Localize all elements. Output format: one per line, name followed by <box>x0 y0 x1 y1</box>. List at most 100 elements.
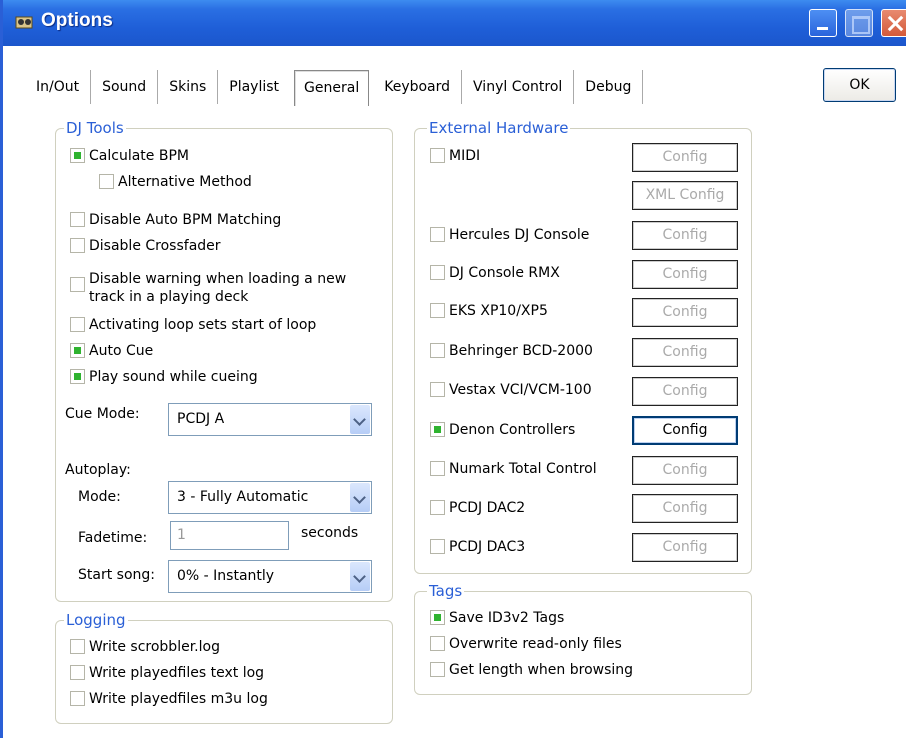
device-denon-checkbox[interactable]: Denon Controllers <box>430 421 575 439</box>
checkbox-box[interactable] <box>430 500 445 515</box>
eks-config-button[interactable]: Config <box>632 298 738 327</box>
ok-button[interactable]: OK <box>823 68 896 102</box>
external-hardware-title: External Hardware <box>427 118 571 138</box>
checkbox-box[interactable] <box>430 343 445 358</box>
device-hercules-checkbox[interactable]: Hercules DJ Console <box>430 226 589 244</box>
overwrite-readonly-checkbox[interactable]: Overwrite read-only files <box>430 635 622 653</box>
dj-tools-title: DJ Tools <box>64 118 126 138</box>
title-bar[interactable]: Options <box>3 0 906 46</box>
checkbox-box[interactable] <box>99 174 114 189</box>
checkbox-label: Numark Total Control <box>449 461 597 477</box>
checkbox-box[interactable] <box>70 277 85 292</box>
checkbox-label: Disable warning when loading a new track… <box>89 270 346 306</box>
minimize-button[interactable] <box>809 9 837 37</box>
denon-config-button[interactable]: Config <box>632 416 738 445</box>
checkbox-box[interactable] <box>70 369 85 384</box>
pcdj-dac2-config-button[interactable]: Config <box>632 494 738 523</box>
dj-console-rmx-config-button[interactable]: Config <box>632 260 738 289</box>
disable-crossfader-checkbox[interactable]: Disable Crossfader <box>70 237 221 255</box>
pcdj-dac3-config-button[interactable]: Config <box>632 533 738 562</box>
checkbox-box[interactable] <box>430 636 445 651</box>
chevron-down-icon[interactable] <box>350 483 370 512</box>
auto-cue-checkbox[interactable]: Auto Cue <box>70 342 153 360</box>
start-song-select[interactable]: 0% - Instantly <box>168 560 372 593</box>
tab-skins[interactable]: Skins <box>158 70 219 104</box>
start-song-value: 0% - Instantly <box>177 568 275 584</box>
checkbox-box[interactable] <box>430 610 445 625</box>
tab-sound[interactable]: Sound <box>91 70 159 104</box>
checkbox-label: Behringer BCD-2000 <box>449 343 593 359</box>
checkbox-box[interactable] <box>430 422 445 437</box>
vestax-config-button[interactable]: Config <box>632 377 738 406</box>
checkbox-box[interactable] <box>70 148 85 163</box>
checkbox-box[interactable] <box>430 539 445 554</box>
checkbox-box[interactable] <box>430 382 445 397</box>
checkbox-box[interactable] <box>430 662 445 677</box>
device-vestax-checkbox[interactable]: Vestax VCI/VCM-100 <box>430 381 592 399</box>
autoplay-label: Autoplay: <box>65 462 131 478</box>
device-dj-console-rmx-checkbox[interactable]: DJ Console RMX <box>430 264 560 282</box>
tab-keyboard[interactable]: Keyboard <box>373 70 463 104</box>
checkbox-label-line1: Disable warning when loading a new <box>89 271 347 287</box>
tab-bar: In/Out Sound Skins Playlist General Keyb… <box>25 70 644 106</box>
start-song-label: Start song: <box>78 567 155 583</box>
tab-playlist[interactable]: Playlist <box>218 70 290 104</box>
activating-loop-checkbox[interactable]: Activating loop sets start of loop <box>70 316 316 334</box>
device-eks-checkbox[interactable]: EKS XP10/XP5 <box>430 302 548 320</box>
app-icon <box>15 16 33 29</box>
numark-config-button[interactable]: Config <box>632 456 738 485</box>
checkbox-label: PCDJ DAC2 <box>449 500 526 516</box>
write-scrobbler-checkbox[interactable]: Write scrobbler.log <box>70 638 220 656</box>
checkbox-box[interactable] <box>430 265 445 280</box>
play-sound-cueing-checkbox[interactable]: Play sound while cueing <box>70 368 258 386</box>
midi-config-button[interactable]: Config <box>632 143 738 172</box>
cue-mode-select[interactable]: PCDJ A <box>168 403 372 436</box>
device-behringer-checkbox[interactable]: Behringer BCD-2000 <box>430 342 593 360</box>
checkbox-label: PCDJ DAC3 <box>449 539 526 555</box>
behringer-config-button[interactable]: Config <box>632 338 738 367</box>
checkbox-box[interactable] <box>70 343 85 358</box>
checkbox-box[interactable] <box>430 227 445 242</box>
maximize-button[interactable] <box>845 9 873 37</box>
autoplay-mode-value: 3 - Fully Automatic <box>177 489 309 505</box>
chevron-down-icon[interactable] <box>350 405 370 434</box>
device-pcdj-dac2-checkbox[interactable]: PCDJ DAC2 <box>430 499 525 517</box>
tab-general[interactable]: General <box>294 70 370 106</box>
checkbox-box[interactable] <box>430 461 445 476</box>
fadetime-label: Fadetime: <box>78 530 148 546</box>
checkbox-box[interactable] <box>70 238 85 253</box>
device-midi-checkbox[interactable]: MIDI <box>430 147 480 165</box>
device-numark-checkbox[interactable]: Numark Total Control <box>430 460 597 478</box>
tab-debug[interactable]: Debug <box>574 70 644 104</box>
alternative-method-checkbox[interactable]: Alternative Method <box>99 173 252 191</box>
checkbox-box[interactable] <box>430 148 445 163</box>
seconds-label: seconds <box>301 525 359 541</box>
disable-auto-bpm-checkbox[interactable]: Disable Auto BPM Matching <box>70 211 281 229</box>
hercules-config-button[interactable]: Config <box>632 221 738 250</box>
checkbox-label: Alternative Method <box>118 174 252 190</box>
xml-config-button[interactable]: XML Config <box>632 181 738 210</box>
tab-in-out[interactable]: In/Out <box>25 70 92 104</box>
write-playedfiles-text-checkbox[interactable]: Write playedfiles text log <box>70 664 264 682</box>
checkbox-label-line2: track in a playing deck <box>89 289 249 305</box>
checkbox-box[interactable] <box>70 639 85 654</box>
device-pcdj-dac3-checkbox[interactable]: PCDJ DAC3 <box>430 538 525 556</box>
autoplay-mode-select[interactable]: 3 - Fully Automatic <box>168 481 372 514</box>
window-title: Options <box>41 10 113 31</box>
checkbox-box[interactable] <box>70 665 85 680</box>
checkbox-label: Activating loop sets start of loop <box>89 317 317 333</box>
save-id3v2-checkbox[interactable]: Save ID3v2 Tags <box>430 609 564 627</box>
checkbox-box[interactable] <box>430 303 445 318</box>
cue-mode-label: Cue Mode: <box>65 406 140 422</box>
close-button[interactable] <box>881 9 906 37</box>
get-length-checkbox[interactable]: Get length when browsing <box>430 661 633 679</box>
checkbox-box[interactable] <box>70 317 85 332</box>
disable-warning-checkbox[interactable]: Disable warning when loading a new track… <box>70 270 346 306</box>
checkbox-box[interactable] <box>70 691 85 706</box>
calculate-bpm-checkbox[interactable]: Calculate BPM <box>70 147 189 165</box>
write-playedfiles-m3u-checkbox[interactable]: Write playedfiles m3u log <box>70 690 268 708</box>
fadetime-input[interactable]: 1 <box>170 521 289 550</box>
chevron-down-icon[interactable] <box>350 562 370 591</box>
checkbox-box[interactable] <box>70 212 85 227</box>
tab-vinyl-control[interactable]: Vinyl Control <box>462 70 575 104</box>
